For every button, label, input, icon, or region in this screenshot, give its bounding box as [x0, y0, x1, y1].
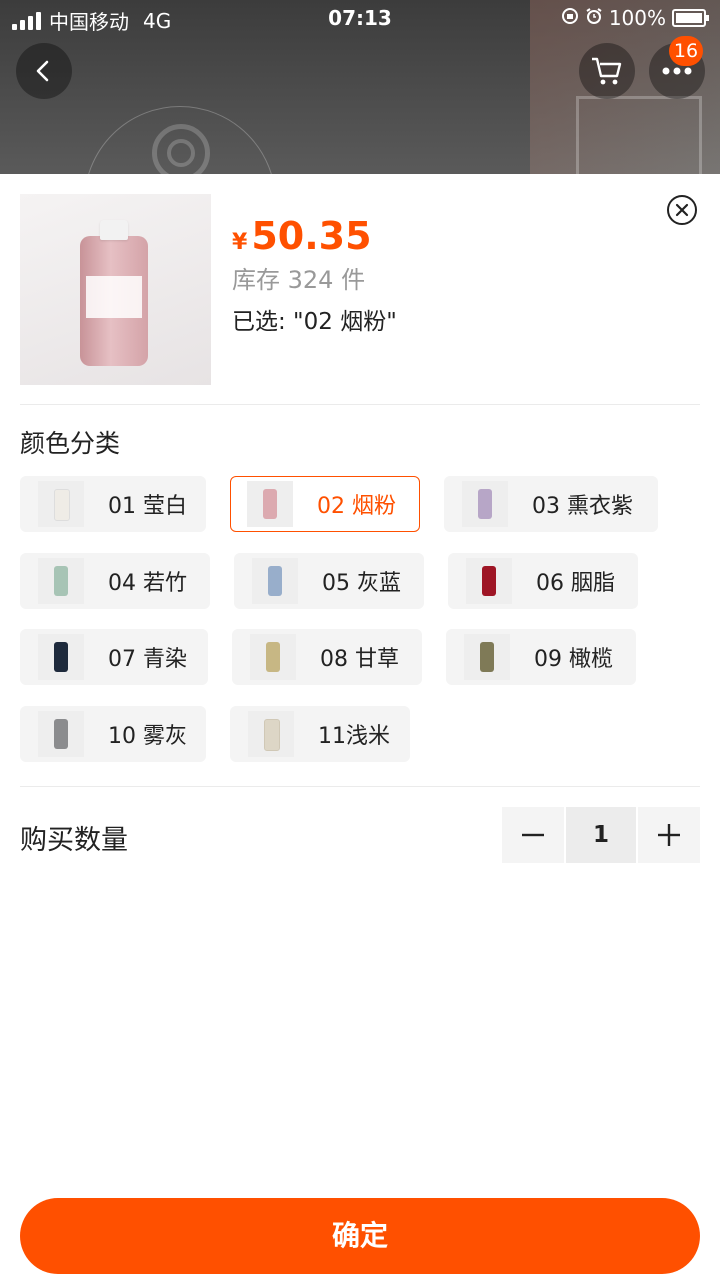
- banner-logo-icon: [152, 124, 210, 174]
- option-label: 11浅米: [318, 724, 390, 749]
- option-label: 09 橄榄: [534, 647, 613, 672]
- option-label: 01 莹白: [108, 494, 187, 519]
- option-06-yanzhi[interactable]: 06 胭脂: [448, 553, 638, 609]
- stock-count: 库存 324 件: [232, 266, 366, 294]
- option-thumbnail: [248, 711, 294, 757]
- quantity-label: 购买数量: [20, 825, 128, 856]
- sku-selector-sheet: ¥50.35 库存 324 件 已选: "02 烟粉" 颜色分类 01 莹白 0…: [0, 174, 720, 1280]
- more-icon: [662, 67, 692, 75]
- status-bar: 中国移动 4G 07:13 100%: [0, 0, 720, 36]
- cart-button[interactable]: [579, 43, 635, 99]
- increase-button[interactable]: [638, 807, 700, 863]
- option-07-qingran[interactable]: 07 青染: [20, 629, 208, 685]
- decrease-button[interactable]: [502, 807, 564, 863]
- color-category-title: 颜色分类: [20, 429, 121, 458]
- option-01-yingbai[interactable]: 01 莹白: [20, 476, 206, 532]
- option-thumbnail: [38, 481, 84, 527]
- close-button[interactable]: [667, 195, 697, 225]
- quantity-stepper: 1: [502, 807, 700, 863]
- option-08-gancao[interactable]: 08 甘草: [232, 629, 422, 685]
- option-thumbnail: [38, 634, 84, 680]
- option-thumbnail: [466, 558, 512, 604]
- option-thumbnail: [464, 634, 510, 680]
- option-label: 04 若竹: [108, 571, 187, 596]
- option-thumbnail: [38, 558, 84, 604]
- yarn-spool-image: [80, 220, 148, 368]
- minus-icon: [522, 833, 544, 837]
- option-thumbnail: [252, 558, 298, 604]
- selected-variant-text: 已选: "02 烟粉": [232, 309, 397, 335]
- option-thumbnail: [250, 634, 296, 680]
- option-label: 02 烟粉: [317, 494, 396, 519]
- option-03-xunyizi[interactable]: 03 熏衣紫: [444, 476, 658, 532]
- option-label: 07 青染: [108, 647, 187, 672]
- close-icon: [675, 203, 689, 217]
- back-button[interactable]: [16, 43, 72, 99]
- option-thumbnail: [38, 711, 84, 757]
- confirm-button[interactable]: 确定: [20, 1198, 700, 1274]
- divider: [20, 404, 700, 405]
- option-thumbnail: [462, 481, 508, 527]
- orientation-lock-icon: [561, 6, 579, 30]
- option-label: 08 甘草: [320, 647, 399, 672]
- banner-window-decoration: [576, 96, 702, 174]
- option-10-wuhui[interactable]: 10 雾灰: [20, 706, 206, 762]
- option-02-yanfen-selected[interactable]: 02 烟粉: [230, 476, 420, 532]
- product-thumbnail: [20, 194, 211, 385]
- product-price: ¥50.35: [232, 214, 372, 258]
- option-label: 10 雾灰: [108, 724, 187, 749]
- option-04-ruozhu[interactable]: 04 若竹: [20, 553, 210, 609]
- battery-percent: 100%: [608, 6, 666, 30]
- back-icon: [36, 60, 49, 82]
- cart-icon: [592, 57, 622, 85]
- plus-icon: [658, 824, 680, 846]
- quantity-value[interactable]: 1: [566, 807, 636, 863]
- option-label: 05 灰蓝: [322, 571, 401, 596]
- price-value: 50.35: [251, 214, 372, 258]
- option-thumbnail: [247, 481, 293, 527]
- option-11-qianmi[interactable]: 11浅米: [230, 706, 410, 762]
- option-label: 03 熏衣紫: [532, 494, 633, 519]
- option-09-ganlan[interactable]: 09 橄榄: [446, 629, 636, 685]
- option-05-huilan[interactable]: 05 灰蓝: [234, 553, 424, 609]
- divider: [20, 786, 700, 787]
- cart-count-badge: 16: [669, 36, 703, 66]
- option-label: 06 胭脂: [536, 571, 615, 596]
- alarm-icon: [585, 6, 603, 30]
- currency-symbol: ¥: [232, 230, 248, 255]
- battery-icon: [672, 9, 709, 27]
